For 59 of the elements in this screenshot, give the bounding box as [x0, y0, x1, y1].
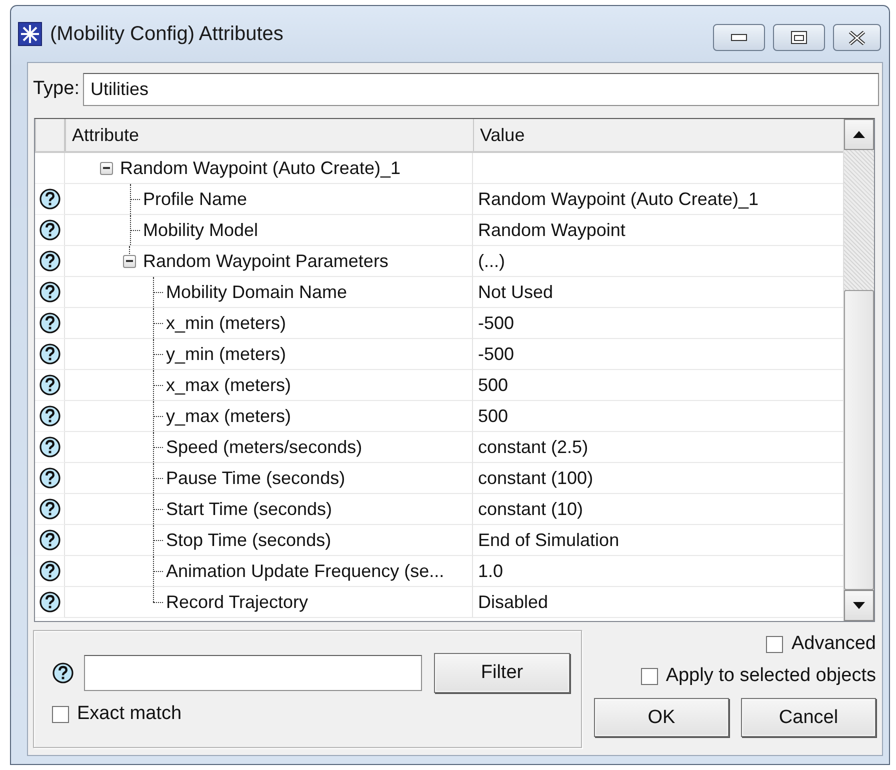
attribute-name: Pause Time (seconds)	[166, 468, 346, 488]
minimize-icon	[731, 34, 747, 42]
attribute-name: Profile Name	[143, 188, 248, 210]
scrollbar-thumb[interactable]	[844, 290, 874, 590]
type-field[interactable]: Utilities	[83, 72, 879, 106]
attribute-value: constant (100)	[478, 468, 594, 488]
collapse-toggle[interactable]	[123, 254, 136, 268]
attribute-name: x_min (meters)	[166, 312, 286, 334]
attribute-name: Speed (meters/seconds)	[166, 436, 362, 458]
attribute-value: (...)	[478, 250, 505, 272]
up-arrow-icon	[853, 131, 865, 138]
attribute-name: Stop Time (seconds)	[166, 530, 332, 550]
attribute-name: y_max (meters)	[166, 406, 292, 426]
attribute-name: Random Waypoint Parameters	[143, 250, 388, 272]
cancel-button[interactable]: Cancel	[741, 698, 876, 737]
column-header[interactable]: Value	[473, 119, 843, 151]
attribute-value: -500	[478, 312, 514, 334]
column-header[interactable]: Attribute	[65, 119, 473, 151]
close-icon	[848, 30, 866, 44]
checkbox-label: Apply to selected objects	[666, 665, 876, 687]
scroll-down-button[interactable]	[844, 590, 874, 621]
attribute-value: End of Simulation	[478, 530, 620, 550]
attribute-name: Record Trajectory	[166, 592, 308, 612]
close-button[interactable]	[833, 24, 881, 51]
attribute-name: Animation Update Frequency (se...	[166, 560, 444, 582]
attribute-value: -500	[478, 344, 514, 364]
checkbox[interactable]	[766, 636, 784, 652]
down-arrow-icon	[853, 602, 865, 609]
attribute-value: Random Waypoint	[478, 220, 626, 240]
attribute-value: Not Used	[478, 282, 554, 302]
attribute-value: constant (2.5)	[478, 436, 588, 458]
help-icon	[52, 662, 74, 684]
attribute-name: Random Waypoint (Auto Create)_1	[120, 158, 400, 178]
attribute-value: Disabled	[478, 592, 548, 612]
maximize-button[interactable]	[773, 24, 825, 51]
ok-button[interactable]: OK	[594, 698, 729, 737]
attribute-name: x_max (meters)	[166, 374, 292, 396]
checkbox-label: Advanced	[791, 633, 876, 655]
checkbox-label: Exact match	[77, 703, 182, 725]
attribute-value: Random Waypoint (Auto Create)_1	[478, 188, 758, 210]
attribute-value: constant (10)	[478, 498, 584, 520]
window-title: (Mobility Config) Attributes	[50, 22, 284, 46]
checkbox[interactable]	[640, 668, 658, 684]
scroll-up-button[interactable]	[844, 119, 874, 150]
maximize-icon	[791, 31, 807, 44]
attribute-name: Mobility Model	[143, 220, 258, 240]
attribute-value: 500	[478, 406, 508, 426]
attribute-name: y_min (meters)	[166, 344, 286, 364]
attribute-name: Start Time (seconds)	[166, 498, 332, 520]
attribute-value: 500	[478, 374, 508, 396]
type-label: Type:	[33, 78, 80, 100]
filter-field[interactable]	[84, 655, 422, 691]
collapse-toggle[interactable]	[100, 162, 113, 174]
filter-button[interactable]: Filter	[434, 653, 570, 693]
minimize-button[interactable]	[713, 24, 765, 51]
attribute-name: Mobility Domain Name	[166, 282, 348, 302]
checkbox[interactable]	[52, 706, 69, 722]
attribute-value: 1.0	[478, 560, 504, 582]
app-icon	[18, 22, 42, 46]
